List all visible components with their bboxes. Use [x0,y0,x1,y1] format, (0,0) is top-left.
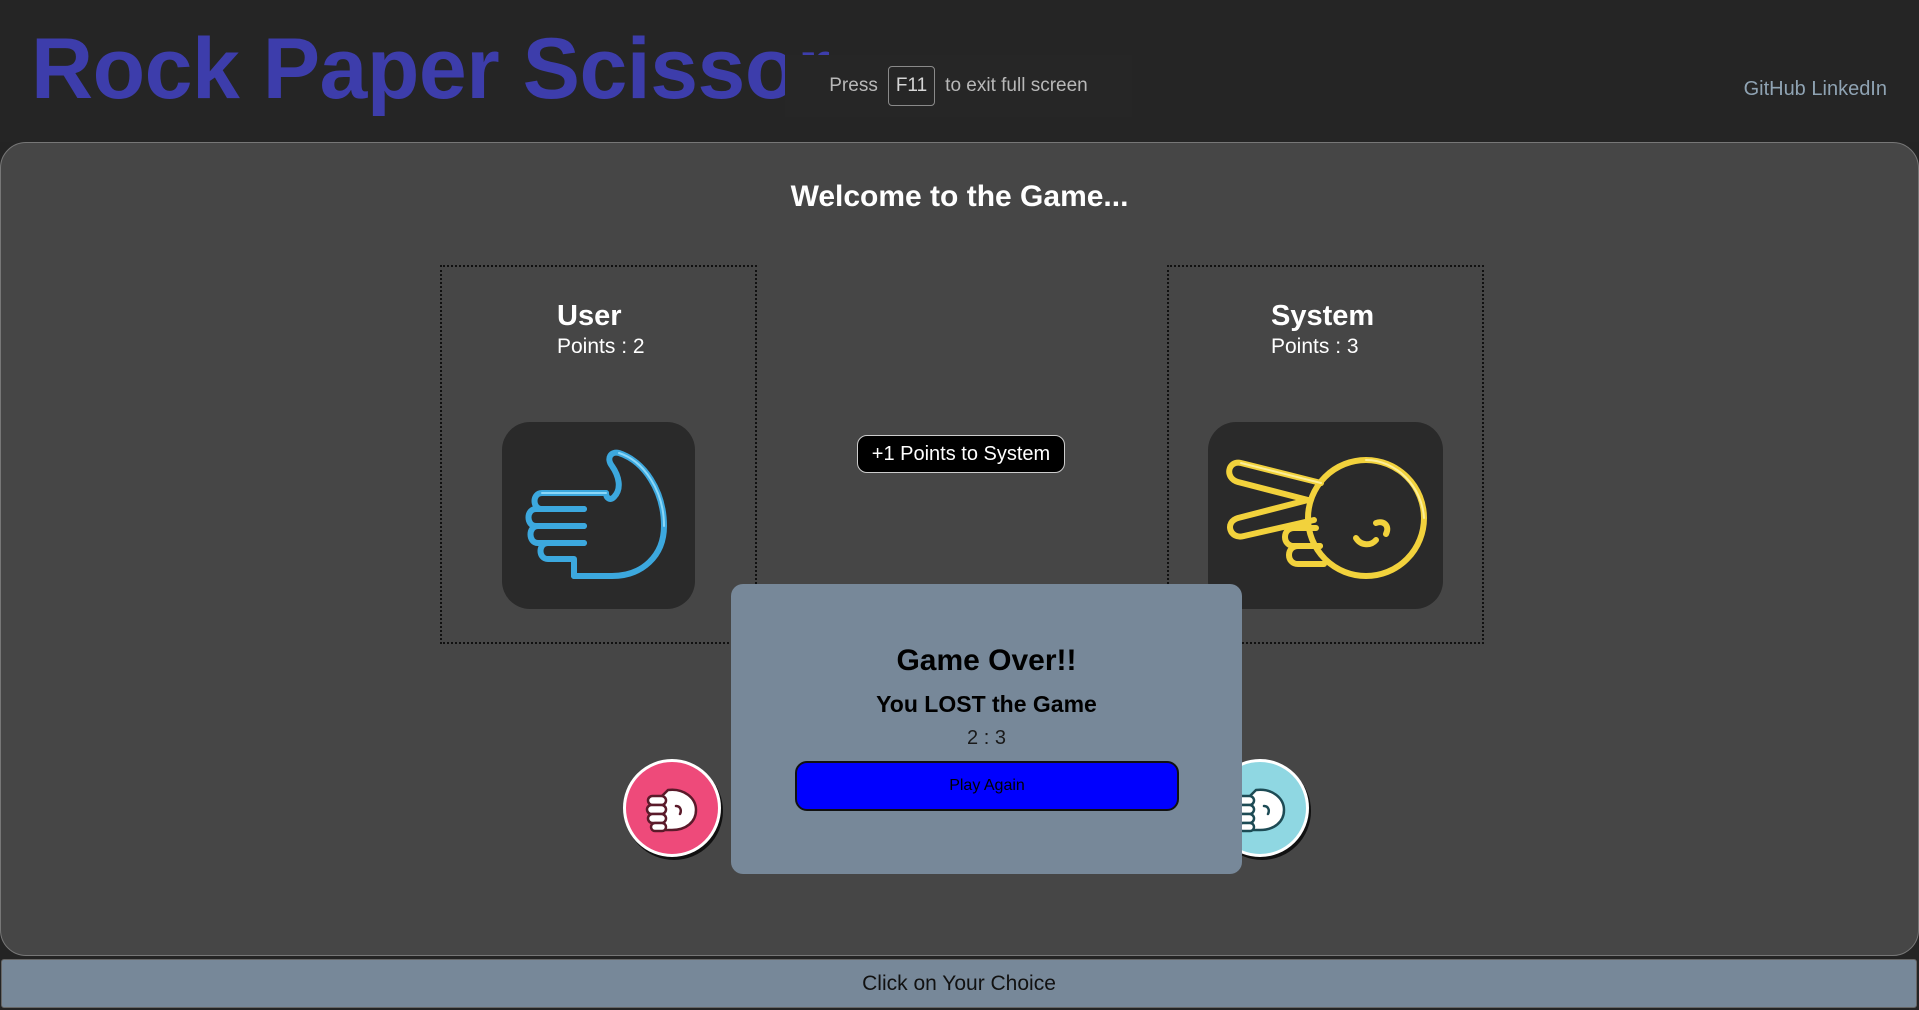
game-result-text: You LOST the Game [876,691,1097,717]
play-again-button[interactable]: Play Again [795,761,1179,811]
user-name: User [557,300,622,332]
game-over-dialog: Game Over!! You LOST the Game 2 : 3 Play… [731,584,1242,874]
paper-hand-icon [502,422,695,609]
rock-fist-icon [645,788,698,833]
system-points: Points : 3 [1271,335,1359,358]
rock-choice-button[interactable] [623,759,721,857]
game-over-title: Game Over!! [896,644,1077,677]
linkedin-link[interactable]: LinkedIn [1811,78,1887,100]
scissors-hand-icon [1208,422,1443,609]
social-links: GitHub LinkedIn [1744,78,1887,101]
welcome-heading: Welcome to the Game... [790,180,1129,213]
app-title: Rock Paper Scissor [31,21,830,117]
instruction-bar: Click on Your Choice [1,959,1917,1008]
system-name: System [1271,300,1375,332]
github-link[interactable]: GitHub [1744,78,1806,100]
f11-key: F11 [887,66,936,106]
header: Rock Paper Scissor Press F11 to exit ful… [0,0,1919,142]
toast-prefix: Press [829,75,878,96]
fullscreen-toast: Press F11 to exit full screen [785,55,1132,117]
user-card: User Points : 2 [440,265,757,644]
user-points: Points : 2 [557,335,645,358]
final-score: 2 : 3 [967,727,1006,749]
toast-suffix: to exit full screen [945,75,1088,96]
round-result-badge: +1 Points to System [857,435,1065,473]
